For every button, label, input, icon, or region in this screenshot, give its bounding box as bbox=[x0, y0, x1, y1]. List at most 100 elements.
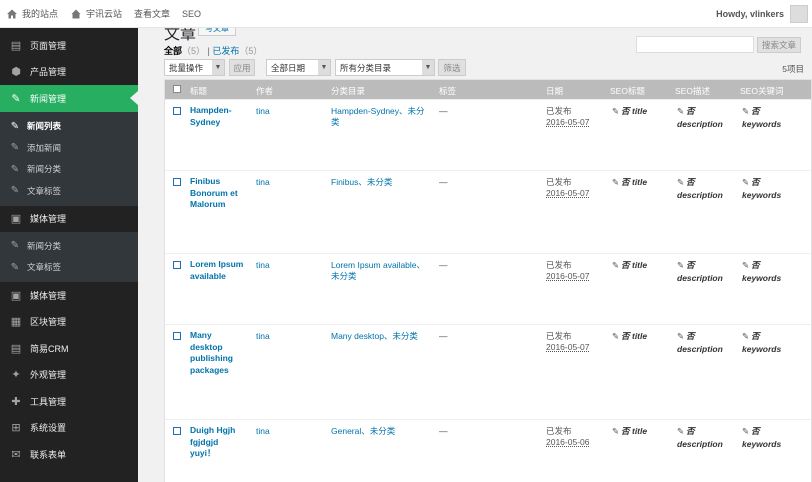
post-title-link[interactable]: Lorem Ipsum available bbox=[190, 259, 250, 282]
seo-keywords-cell[interactable]: ✎ 否 keywords bbox=[742, 259, 797, 285]
mail-icon: ✉ bbox=[11, 448, 21, 461]
pencil-icon: ✎ bbox=[742, 426, 750, 436]
menu-blocks[interactable]: ▦ 区块管理 bbox=[0, 309, 138, 336]
select-all-checkbox[interactable] bbox=[173, 85, 181, 93]
seo-title-value: 否 title bbox=[621, 106, 648, 116]
post-title-link[interactable]: Many desktop publishing packages bbox=[190, 330, 240, 376]
seo-keywords-cell[interactable]: ✎ 否 keywords bbox=[742, 176, 797, 202]
col-categories: 分类目录 bbox=[331, 86, 366, 96]
post-author-link[interactable]: tina bbox=[256, 177, 270, 188]
pencil-icon: ✎ bbox=[677, 177, 685, 187]
seo-title-cell[interactable]: ✎ 否 title bbox=[612, 176, 647, 189]
col-date[interactable]: 日期 bbox=[546, 85, 563, 97]
pencil-icon: ✎ bbox=[612, 177, 620, 187]
post-categories[interactable]: Many desktop、未分类 bbox=[331, 331, 433, 342]
seo-desc-cell[interactable]: ✎ 否 description bbox=[677, 259, 732, 285]
filter-published[interactable]: 已发布 bbox=[212, 46, 239, 56]
menu-pages[interactable]: ▤ 页面管理 bbox=[0, 32, 138, 59]
post-categories[interactable]: General、未分类 bbox=[331, 426, 433, 437]
menu-products[interactable]: ⬢ 产品管理 bbox=[0, 59, 138, 86]
seo-title-cell[interactable]: ✎ 否 title bbox=[612, 425, 647, 438]
post-author-link[interactable]: tina bbox=[256, 260, 270, 271]
seo-title-value: 否 title bbox=[621, 260, 648, 270]
row-checkbox[interactable] bbox=[173, 107, 181, 115]
sidebar-gutter bbox=[138, 28, 150, 482]
seo-desc-cell[interactable]: ✎ 否 description bbox=[677, 176, 732, 202]
post-categories[interactable]: Lorem Ipsum available、未分类 bbox=[331, 260, 433, 282]
post-title-link[interactable]: Hampden-Sydney bbox=[190, 105, 250, 128]
seo-keywords-cell[interactable]: ✎ 否 keywords bbox=[742, 105, 797, 131]
post-date: 已发布 2016-05-07 bbox=[546, 260, 589, 282]
post-author-link[interactable]: tina bbox=[256, 331, 270, 342]
post-author-link[interactable]: tina bbox=[256, 106, 270, 117]
seo-title-cell[interactable]: ✎ 否 title bbox=[612, 330, 647, 343]
submenu-post-tags-2[interactable]: ✎ 文章标签 bbox=[0, 257, 138, 279]
post-title-link[interactable]: Finibus Bonorum et Malorum bbox=[190, 176, 250, 211]
search-posts-button[interactable]: 搜索文章 bbox=[757, 37, 801, 53]
row-checkbox[interactable] bbox=[173, 261, 181, 269]
main-content: 文章 写文章 全部（5） | 已发布（5） 搜索文章 批量操作 ▼ 应用 全部日… bbox=[150, 28, 812, 482]
table-row: Finibus Bonorum et Malorum tina Finibus、… bbox=[165, 170, 811, 253]
view-posts-link[interactable]: 查看文章 bbox=[134, 7, 170, 20]
seo-desc-cell[interactable]: ✎ 否 description bbox=[677, 330, 732, 356]
table-header: 标题 作者 分类目录 标签 日期 SEO标题 SEO描述 SEO关键词 bbox=[165, 80, 811, 99]
menu-media[interactable]: ▣ 媒体管理 bbox=[0, 206, 138, 233]
row-checkbox[interactable] bbox=[173, 178, 181, 186]
menu-tools[interactable]: ✚ 工具管理 bbox=[0, 388, 138, 415]
post-categories[interactable]: Finibus、未分类 bbox=[331, 177, 433, 188]
date-filter-select[interactable]: 全部日期 ▼ bbox=[266, 59, 331, 76]
site-name-link[interactable]: 我的站点 bbox=[6, 7, 58, 20]
row-checkbox[interactable] bbox=[173, 332, 181, 340]
menu-label: 页面管理 bbox=[30, 40, 67, 51]
post-author-link[interactable]: tina bbox=[256, 426, 270, 437]
posts-table: 标题 作者 分类目录 标签 日期 SEO标题 SEO描述 SEO关键词 Hamp… bbox=[164, 79, 812, 482]
filter-button[interactable]: 筛选 bbox=[438, 59, 466, 76]
tools-icon: ✚ bbox=[11, 395, 21, 408]
submenu-post-tags[interactable]: ✎ 文章标签 bbox=[0, 180, 138, 202]
seo-title-cell[interactable]: ✎ 否 title bbox=[612, 259, 647, 272]
seo-title-cell[interactable]: ✎ 否 title bbox=[612, 105, 647, 118]
table-row: Hampden-Sydney tina Hampden-Sydney、未分类 —… bbox=[165, 99, 811, 170]
apply-button[interactable]: 应用 bbox=[229, 59, 255, 76]
seo-desc-cell[interactable]: ✎ 否 description bbox=[677, 425, 732, 451]
menu-label: 联系表单 bbox=[30, 449, 67, 460]
seo-link[interactable]: SEO bbox=[182, 9, 201, 19]
col-title[interactable]: 标题 bbox=[190, 85, 207, 97]
menu-media-2[interactable]: ▣ 媒体管理 bbox=[0, 282, 138, 309]
seo-keywords-cell[interactable]: ✎ 否 keywords bbox=[742, 330, 797, 356]
post-categories[interactable]: Hampden-Sydney、未分类 bbox=[331, 106, 433, 128]
category-filter-select[interactable]: 所有分类目录 ▼ bbox=[335, 59, 435, 76]
filter-all[interactable]: 全部 bbox=[164, 46, 182, 56]
cloud-site-link[interactable]: 宇讯云站 bbox=[70, 7, 122, 20]
avatar[interactable] bbox=[790, 5, 808, 23]
submenu-label: 新闻分类 bbox=[27, 240, 62, 251]
menu-settings[interactable]: ⊞ 系统设置 bbox=[0, 415, 138, 442]
pencil-icon: ✎ bbox=[612, 106, 620, 116]
seo-title-value: 否 title bbox=[621, 331, 648, 341]
menu-label: 产品管理 bbox=[30, 67, 67, 78]
add-new-button[interactable]: 写文章 bbox=[198, 28, 236, 36]
bulk-action-select[interactable]: 批量操作 ▼ bbox=[164, 59, 225, 76]
menu-contact-form[interactable]: ✉ 联系表单 bbox=[0, 441, 138, 468]
submenu-news-category-2[interactable]: ✎ 新闻分类 bbox=[0, 235, 138, 257]
howdy-user[interactable]: Howdy, vlinkers bbox=[716, 9, 784, 19]
menu-appearance[interactable]: ✦ 外观管理 bbox=[0, 362, 138, 389]
submenu-news-list[interactable]: ✎ 新闻列表 bbox=[0, 116, 138, 138]
post-date-value: 2016-05-07 bbox=[546, 117, 590, 127]
post-date-value: 2016-05-07 bbox=[546, 271, 590, 281]
seo-desc-cell[interactable]: ✎ 否 description bbox=[677, 105, 732, 131]
seo-keywords-cell[interactable]: ✎ 否 keywords bbox=[742, 425, 797, 451]
post-status: 已发布 bbox=[546, 106, 572, 116]
submenu-add-news[interactable]: ✎ 添加新闻 bbox=[0, 137, 138, 159]
menu-news[interactable]: ✎ 新闻管理 bbox=[0, 85, 138, 112]
search-input[interactable] bbox=[636, 36, 754, 53]
row-checkbox[interactable] bbox=[173, 427, 181, 435]
submenu-news-category[interactable]: ✎ 新闻分类 bbox=[0, 159, 138, 181]
media-icon: ▣ bbox=[10, 289, 22, 302]
menu-crm[interactable]: ▤ 简易CRM bbox=[0, 335, 138, 362]
post-date-value: 2016-05-07 bbox=[546, 188, 590, 198]
menu-label: 新闻管理 bbox=[30, 93, 67, 104]
post-title-link[interactable]: Duigh Hgjh fgjdgjd yuyi！ bbox=[190, 425, 245, 460]
news-submenu: ✎ 新闻列表 ✎ 添加新闻 ✎ 新闻分类 ✎ 文章标签 bbox=[0, 111, 138, 206]
post-tags: — bbox=[439, 106, 448, 116]
